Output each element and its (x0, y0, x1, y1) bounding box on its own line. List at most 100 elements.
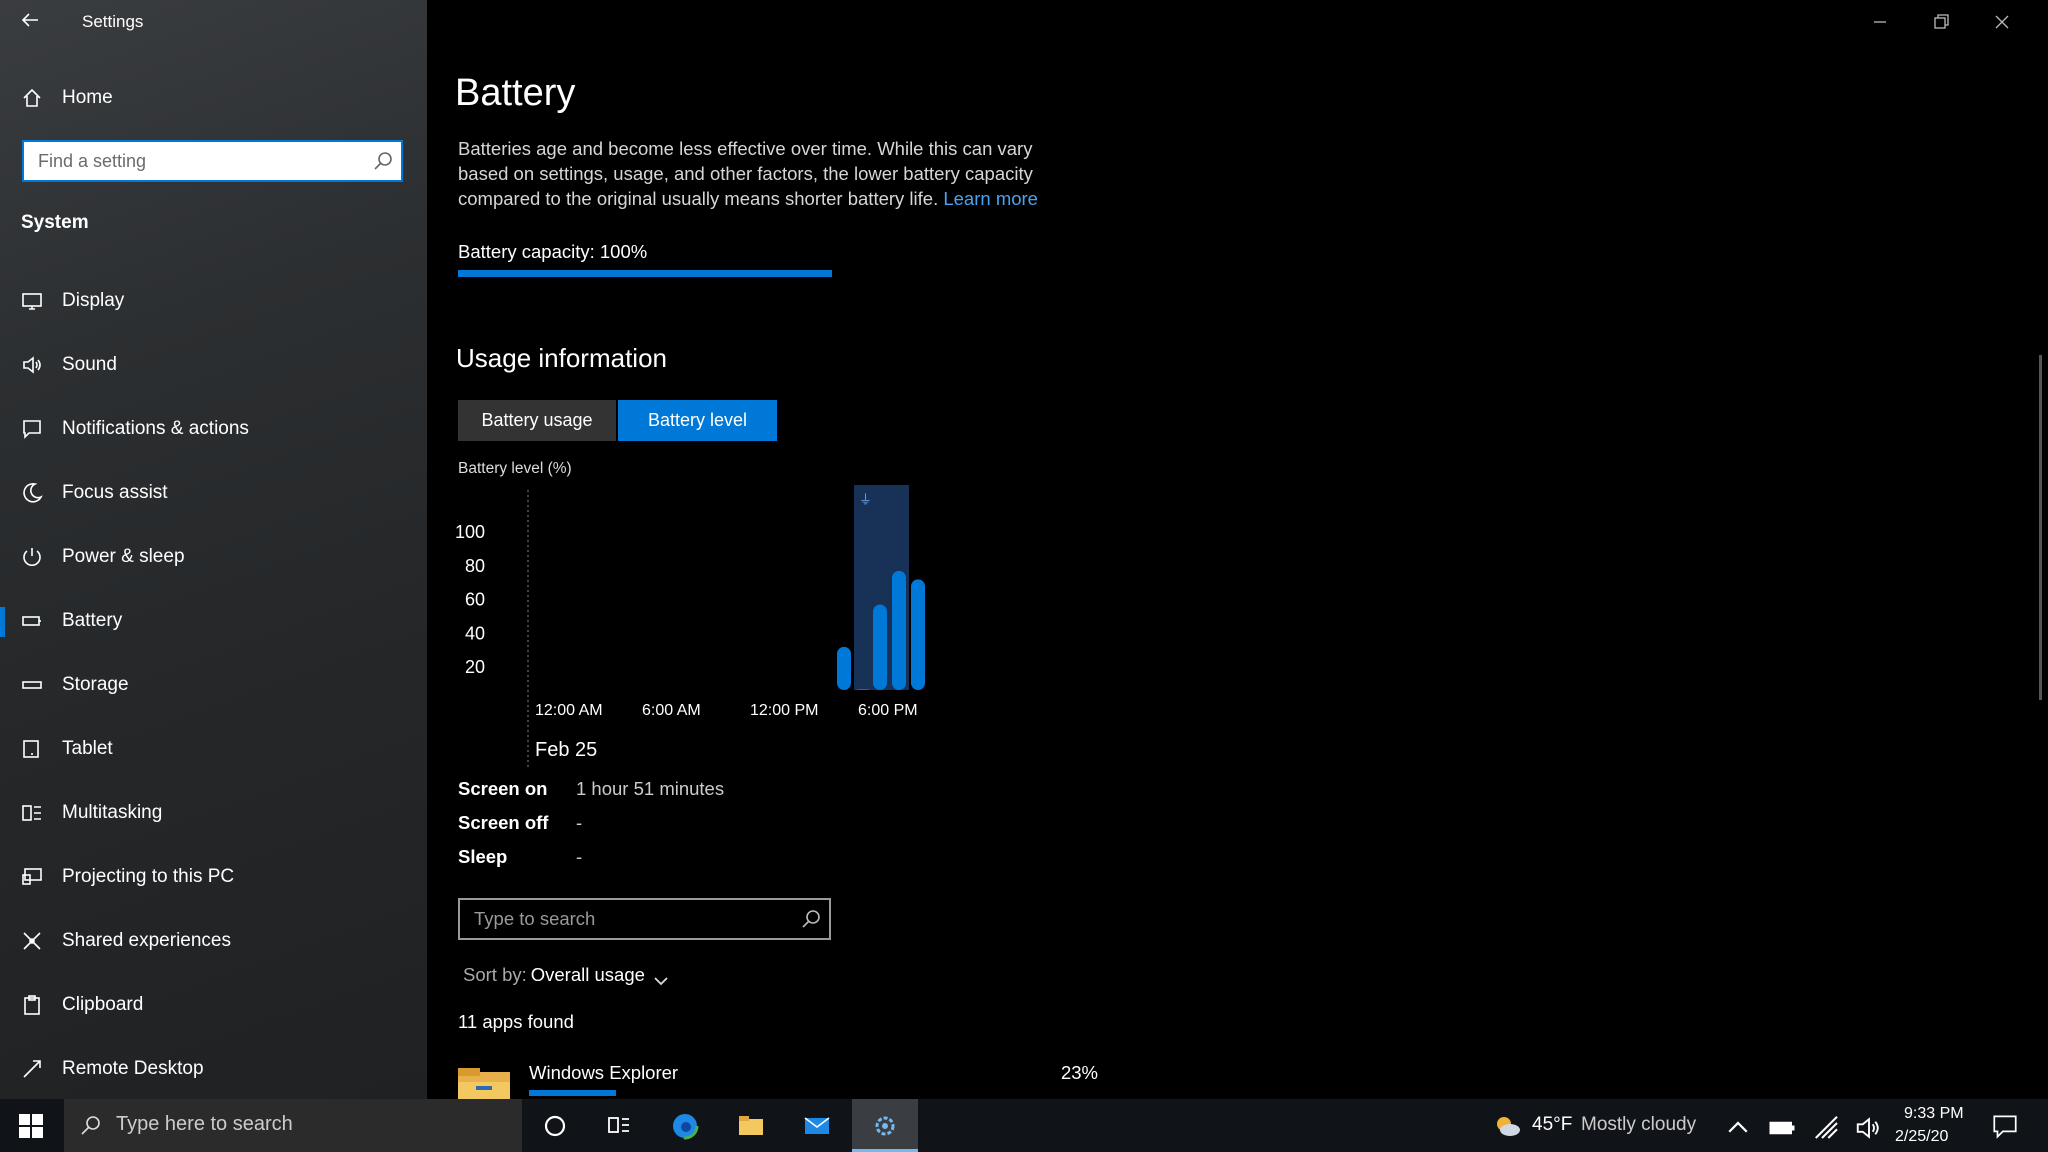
clock-date[interactable]: 2/25/20 (1895, 1128, 1948, 1146)
battery-tray-icon[interactable] (1767, 1113, 1795, 1137)
sidebar-item-focus-assist[interactable]: Focus assist (0, 471, 427, 515)
clock-time[interactable]: 9:33 PM (1904, 1105, 1964, 1123)
display-icon (21, 290, 43, 312)
stat-key: Sleep (458, 846, 508, 867)
sidebar-item-battery[interactable]: Battery (0, 599, 427, 643)
battery-level-bar (911, 579, 925, 690)
restore-icon[interactable] (1929, 10, 1953, 34)
sidebar-item-multitasking[interactable]: Multitasking (0, 791, 427, 835)
x-tick-label: 12:00 AM (535, 702, 603, 719)
tab-battery-usage[interactable]: Battery usage (458, 400, 616, 441)
x-tick-label: 12:00 PM (750, 702, 818, 719)
sidebar-item-label: Focus assist (62, 482, 168, 503)
app-name: Windows Explorer (529, 1062, 679, 1083)
volume-icon[interactable] (1854, 1113, 1879, 1139)
task-view-icon[interactable] (604, 1111, 634, 1141)
y-tick-label: 40 (465, 623, 485, 643)
section-title-system: System (21, 212, 89, 233)
wifi-icon[interactable] (1812, 1113, 1838, 1139)
learn-more-link[interactable]: Learn more (943, 188, 1038, 209)
chevron-up-icon[interactable] (1723, 1113, 1748, 1137)
sidebar-item-remote-desktop[interactable]: Remote Desktop (0, 1047, 427, 1091)
sidebar-item-sound[interactable]: Sound (0, 343, 427, 387)
back-button[interactable] (20, 10, 44, 34)
sidebar-item-display[interactable]: Display (0, 279, 427, 323)
sidebar-item-power-sleep[interactable]: Power & sleep (0, 535, 427, 579)
battery-level-bar (892, 570, 906, 690)
battery-level-bar (856, 689, 870, 690)
edge-browser-icon[interactable] (670, 1111, 700, 1141)
home-icon (21, 87, 43, 109)
title-bar: Settings (0, 0, 427, 44)
windows-start-icon[interactable] (18, 1113, 44, 1139)
weather-description[interactable]: Mostly cloudy (1581, 1114, 1696, 1136)
sidebar-item-label: Battery (62, 610, 123, 631)
storage-icon (21, 674, 43, 696)
sidebar-item-label: Multitasking (62, 802, 163, 823)
y-tick-label: 80 (465, 556, 485, 576)
battery-capacity-bar (458, 270, 832, 277)
sidebar-item-label: Clipboard (62, 994, 144, 1015)
power-icon (21, 546, 43, 568)
cortana-icon[interactable] (540, 1111, 570, 1141)
chevron-down-icon (653, 970, 669, 986)
sidebar-item-notifications[interactable]: Notifications & actions (0, 407, 427, 451)
weather-temperature[interactable]: 45°F (1532, 1114, 1572, 1136)
y-tick-label: 60 (465, 590, 485, 610)
app-search-input[interactable] (460, 900, 780, 938)
search-icon (80, 1114, 102, 1136)
search-icon[interactable] (801, 909, 821, 929)
battery-description: Batteries age and become less effective … (458, 136, 1078, 211)
sidebar-item-label: Remote Desktop (62, 1058, 204, 1079)
charging-plug-icon: ⏚ (859, 492, 872, 507)
x-tick-label: 6:00 PM (858, 702, 918, 719)
sidebar-item-label: Shared experiences (62, 930, 231, 951)
file-explorer-icon[interactable] (736, 1111, 766, 1141)
app-search-box[interactable] (458, 898, 831, 940)
home-label: Home (62, 87, 113, 108)
find-setting-input[interactable] (24, 142, 354, 180)
sidebar-item-tablet[interactable]: Tablet (0, 727, 427, 771)
stat-value: 1 hour 51 minutes (576, 778, 725, 799)
x-tick-label: 6:00 AM (642, 702, 701, 719)
scrollbar[interactable] (2039, 355, 2042, 700)
sort-dropdown[interactable]: Sort by: Overall usage (463, 964, 669, 986)
stat-key: Screen on (458, 778, 548, 799)
close-icon[interactable] (1990, 10, 2014, 34)
stat-screen-on: Screen on 1 hour 51 minutes (458, 778, 958, 808)
notification-center-icon[interactable] (1990, 1111, 2018, 1139)
stat-sleep: Sleep - (458, 846, 958, 876)
sidebar-item-projecting[interactable]: Projecting to this PC (0, 855, 427, 899)
home-nav-item[interactable]: Home (0, 80, 427, 116)
remote-desktop-icon (21, 1058, 43, 1080)
sort-value: Overall usage (530, 964, 645, 985)
taskbar-search-box[interactable]: Type here to search (64, 1099, 522, 1152)
usage-information-title: Usage information (456, 343, 667, 373)
find-setting-search-box[interactable] (22, 140, 403, 182)
sidebar: Settings Home System Display Sound Notif… (0, 0, 427, 1099)
app-title: Settings (82, 12, 144, 31)
stat-key: Screen off (458, 812, 549, 833)
multitasking-icon (21, 802, 43, 824)
minimize-icon[interactable] (1868, 10, 1892, 34)
sidebar-item-clipboard[interactable]: Clipboard (0, 983, 427, 1027)
main-content: Battery Batteries age and become less ef… (427, 0, 2048, 1104)
sidebar-item-shared-experiences[interactable]: Shared experiences (0, 919, 427, 963)
sidebar-item-storage[interactable]: Storage (0, 663, 427, 707)
search-icon[interactable] (373, 151, 393, 171)
sidebar-item-label: Notifications & actions (62, 418, 249, 439)
battery-capacity-label: Battery capacity: 100% (458, 241, 648, 262)
app-row-windows-explorer[interactable]: Windows Explorer 23% (458, 1058, 1098, 1104)
battery-level-bar (837, 646, 851, 690)
y-tick-label: 20 (465, 657, 485, 677)
sidebar-item-label: Projecting to this PC (62, 866, 235, 887)
back-arrow-icon (21, 13, 38, 27)
focus-assist-icon (21, 482, 43, 504)
tablet-icon (21, 738, 43, 760)
sidebar-item-label: Tablet (62, 738, 113, 759)
weather-cloudy-icon[interactable] (1492, 1111, 1522, 1141)
mail-icon[interactable] (802, 1111, 832, 1141)
tab-battery-level[interactable]: Battery level (618, 400, 777, 441)
stat-value: - (576, 812, 583, 833)
app-usage-percent: 23% (1060, 1062, 1098, 1083)
